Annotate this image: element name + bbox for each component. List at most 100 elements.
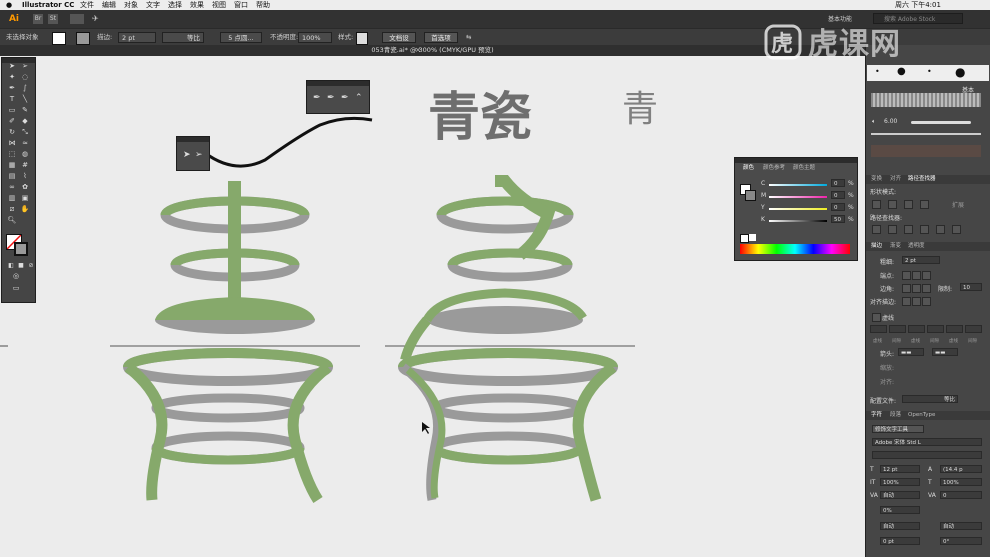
dash-field-3[interactable] [946,325,963,333]
selection-tool-icon[interactable]: ➤ [7,62,17,71]
document-setup-button[interactable]: 文档设置 [382,32,416,53]
tab-opentype[interactable]: OpenType [908,411,935,420]
shape-builder-icon[interactable]: ◍ [20,150,30,159]
symbol-sprayer-icon[interactable]: ✿ [20,183,30,192]
tab-color-guide[interactable]: 颜色参考 [763,164,785,173]
gradient-tool-icon[interactable]: ▤ [7,172,17,181]
stroke-color-swatch[interactable] [14,242,28,256]
rectangle-tool-icon[interactable]: ▭ [7,106,17,115]
character-rotation-field[interactable]: 0° [940,537,982,545]
merge-button[interactable] [904,225,913,234]
arrange-documents-button[interactable] [70,14,84,24]
hand-tool-icon[interactable]: ✋ [20,205,30,214]
cyan-slider[interactable] [769,184,827,186]
divide-button[interactable] [872,225,881,234]
opacity-field[interactable]: 100% [298,32,332,43]
menu-effect[interactable]: 效果 [190,0,204,10]
miter-join-button[interactable] [902,284,911,293]
horizontal-scale-field[interactable]: 100% [940,478,982,486]
tab-pathfinder[interactable]: 路径查找器 [908,175,936,184]
touch-type-tool-button[interactable]: 修饰文字工具 [872,425,924,433]
panel-stroke-swatch[interactable] [745,190,756,201]
direct-selection-icon[interactable]: ➢ [195,150,203,160]
art-brush-preview[interactable] [871,133,981,135]
rotate-tool-icon[interactable]: ↻ [7,128,17,137]
dash-field-2[interactable] [908,325,925,333]
delete-anchor-icon[interactable]: ✒ [341,93,349,103]
vertical-scale-field[interactable]: 100% [880,478,920,486]
color-spectrum-bar[interactable] [740,244,850,254]
arrange-icon[interactable]: ⇆ [466,32,471,43]
butt-cap-button[interactable] [902,271,911,280]
none-swatch[interactable] [740,234,749,243]
font-family-select[interactable]: Adobe 宋体 Std L [872,438,982,446]
screen-mode-icon[interactable]: ▭ [11,284,21,293]
font-style-select[interactable] [872,451,982,459]
paintbrush-icon[interactable]: ✎ [20,106,30,115]
menu-select[interactable]: 选择 [168,0,182,10]
tab-stroke[interactable]: 描边 [871,242,882,251]
magic-wand-icon[interactable]: ✦ [7,73,17,82]
menu-object[interactable]: 对象 [124,0,138,10]
tsume-field[interactable]: 0% [880,506,920,514]
align-inside-button[interactable] [912,297,921,306]
small-glyph[interactable]: 青 [622,90,658,130]
magenta-slider[interactable] [769,196,827,198]
stock-button[interactable]: St [48,14,58,24]
minus-back-button[interactable] [952,225,961,234]
leading-field[interactable]: (14.4 p [940,465,982,473]
aki-left-field[interactable]: 自动 [880,522,920,530]
stroke-swatch[interactable] [76,32,90,45]
gpu-performance-icon[interactable]: ✈ [92,14,104,24]
unite-button[interactable] [872,200,881,209]
slice-tool-icon[interactable]: ⧄ [7,205,17,214]
gap-field-2[interactable] [927,325,944,333]
dashed-line-checkbox[interactable] [872,313,881,322]
tab-gradient[interactable]: 渐变 [890,242,901,251]
minus-front-button[interactable] [888,200,897,209]
speaker-icon[interactable]: 🔈︎ [872,118,876,126]
type-tool-icon[interactable]: T [7,95,17,104]
crop-button[interactable] [920,225,929,234]
perspective-grid-icon[interactable]: ▦ [7,161,17,170]
pen-tool-icon[interactable]: ✒ [313,93,321,103]
fill-swatch[interactable] [52,32,66,45]
tab-color[interactable]: 颜色 [743,164,754,173]
tab-paragraph[interactable]: 段落 [890,411,901,420]
limit-field[interactable]: 10 [960,283,982,291]
none-color-icon[interactable]: ⊘ [26,261,36,270]
stroke-weight-field[interactable]: 2 pt [118,32,156,43]
preferences-button[interactable]: 首选项 [424,32,458,43]
kerning-field[interactable]: 自动 [880,491,920,499]
projecting-cap-button[interactable] [922,271,931,280]
tab-character[interactable]: 字符 [871,411,882,420]
gap-field-1[interactable] [889,325,906,333]
menu-window[interactable]: 窗口 [234,0,248,10]
shaper-tool-icon[interactable]: ✐ [7,117,17,126]
app-menu[interactable]: Illustrator CC [22,0,74,10]
free-transform-icon[interactable]: ⬚ [7,150,17,159]
round-cap-button[interactable] [912,271,921,280]
column-graph-icon[interactable]: ▥ [7,194,17,203]
calligraphic-brush-preview[interactable] [911,121,971,124]
add-anchor-icon[interactable]: ✒ [327,93,335,103]
menu-file[interactable]: 文件 [80,0,94,10]
selection-tool-icon[interactable]: ➤ [183,150,191,160]
align-center-button[interactable] [902,297,911,306]
menu-view[interactable]: 视图 [212,0,226,10]
graphic-style-swatch[interactable] [356,32,368,45]
profile-select[interactable]: 等比 [902,395,958,403]
align-outside-button[interactable] [922,297,931,306]
dash-field-1[interactable] [870,325,887,333]
menu-edit[interactable]: 编辑 [102,0,116,10]
tab-transparency[interactable]: 透明度 [908,242,925,251]
expand-button[interactable]: 扩展 [952,200,964,209]
pattern-brush-preview[interactable] [871,93,981,107]
tab-color-themes[interactable]: 颜色主题 [793,164,815,173]
font-size-field[interactable]: 12 pt [880,465,920,473]
menu-type[interactable]: 文字 [146,0,160,10]
black-slider[interactable] [769,220,827,222]
menu-help[interactable]: 帮助 [256,0,270,10]
gap-field-3[interactable] [965,325,982,333]
width-tool-icon[interactable]: ⋈ [7,139,17,148]
